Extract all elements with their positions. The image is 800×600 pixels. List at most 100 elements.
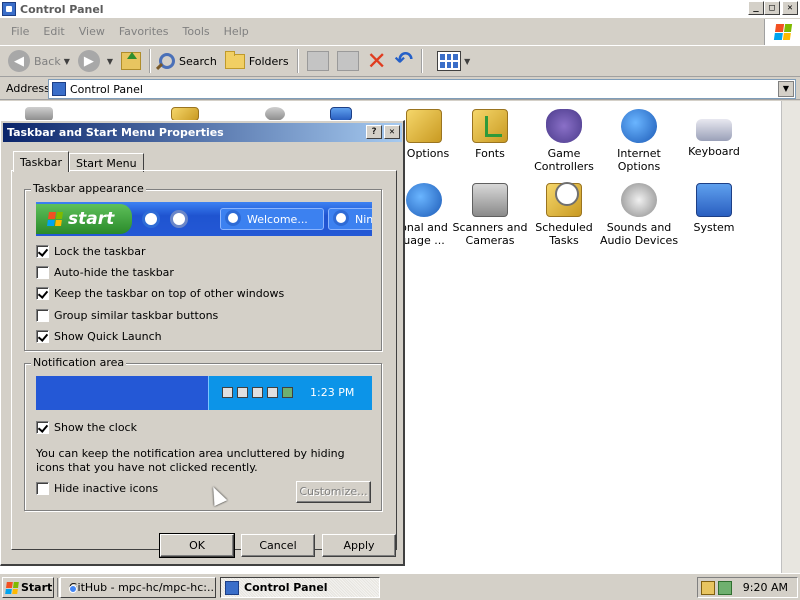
folders-label: Folders (248, 54, 289, 68)
applet-label: Scanners and Cameras (452, 221, 528, 247)
system-clock[interactable]: 9:20 AM (743, 581, 788, 594)
task-preview-label: Nin (355, 212, 372, 226)
lock-taskbar-checkbox[interactable] (36, 245, 49, 258)
lock-taskbar-option[interactable]: Lock the taskbar (36, 245, 146, 258)
group-heading: Taskbar appearance (31, 182, 146, 195)
applet-system[interactable]: System (674, 183, 754, 234)
taskbar-button-control-panel[interactable]: Control Panel (220, 577, 380, 598)
views-dropdown-icon: ▼ (464, 56, 471, 66)
hidden-folder-icon (171, 107, 199, 121)
task-preview-nin: Nin (328, 208, 372, 230)
group-buttons-option[interactable]: Group similar taskbar buttons (36, 309, 218, 322)
applet-scanners-cameras[interactable]: Scanners and Cameras (450, 183, 530, 247)
forward-icon: ▶ (77, 50, 100, 72)
menu-view[interactable]: View (72, 25, 112, 38)
option-label: Auto-hide the taskbar (54, 266, 174, 279)
auto-hide-option[interactable]: Auto-hide the taskbar (36, 266, 174, 279)
windows-taskbar: Start GitHub - mpc-hc/mpc-hc:... Control… (0, 573, 800, 600)
menu-favorites[interactable]: Favorites (112, 25, 176, 38)
option-label: Hide inactive icons (54, 482, 159, 495)
minimize-button[interactable]: _ (748, 1, 764, 15)
menu-help[interactable]: Help (217, 25, 256, 38)
windows-flag-icon (773, 24, 792, 40)
hide-inactive-option[interactable]: Hide inactive icons (36, 482, 158, 495)
speaker-icon (621, 183, 657, 217)
ok-button[interactable]: OK (159, 533, 235, 558)
show-clock-checkbox[interactable] (36, 421, 49, 434)
forward-dropdown-icon[interactable]: ▼ (107, 57, 113, 66)
help-button[interactable]: ? (366, 125, 382, 139)
applet-label: Game Controllers (534, 147, 594, 173)
applet-sounds-audio[interactable]: Sounds and Audio Devices (599, 183, 679, 247)
forward-button[interactable]: ▶ ▼ (74, 48, 117, 74)
control-panel-icon (225, 580, 239, 595)
task-preview-welcome: Welcome... (220, 208, 324, 230)
applet-label: Internet Options (617, 147, 661, 173)
window-titlebar[interactable]: Control Panel _ □ ✕ (0, 0, 800, 18)
quick-launch-checkbox[interactable] (36, 330, 49, 343)
back-dropdown-icon[interactable]: ▼ (64, 57, 70, 66)
keep-on-top-checkbox[interactable] (36, 287, 49, 300)
group-buttons-checkbox[interactable] (36, 309, 49, 322)
start-label: Start (21, 581, 53, 594)
dialog-close-button[interactable]: ✕ (384, 125, 400, 139)
control-panel-icon (52, 82, 66, 96)
applet-fonts[interactable]: Fonts (450, 109, 530, 160)
up-folder-icon (121, 52, 142, 70)
search-icon (159, 53, 176, 69)
scheduled-tasks-icon (546, 182, 582, 217)
undo-icon[interactable]: ↶ (395, 50, 413, 72)
regional-globe-icon (406, 183, 442, 217)
close-button[interactable]: ✕ (782, 1, 798, 15)
windows-flag-icon (5, 581, 19, 594)
maximize-button[interactable]: □ (764, 1, 780, 15)
tray-volume-icon (267, 387, 278, 398)
apply-button[interactable]: Apply (322, 534, 396, 557)
back-label: Back (34, 54, 61, 68)
tray-network-icon[interactable] (718, 580, 732, 595)
hidden-applet-icon (25, 107, 53, 121)
menu-tools[interactable]: Tools (176, 25, 217, 38)
tray-display-icon (237, 387, 248, 398)
hide-inactive-checkbox[interactable] (36, 482, 49, 495)
tab-taskbar[interactable]: Taskbar (13, 151, 69, 172)
dialog-titlebar[interactable]: Taskbar and Start Menu Properties ? ✕ (3, 123, 402, 142)
auto-hide-checkbox[interactable] (36, 266, 49, 279)
task-preview-label: Welcome... (247, 212, 308, 226)
applet-game-controllers[interactable]: Game Controllers (524, 109, 604, 173)
copy-to-icon[interactable] (336, 51, 359, 71)
address-dropdown-icon[interactable]: ▼ (778, 81, 794, 97)
tray-network-icon (222, 387, 233, 398)
back-button[interactable]: ◀ Back ▼ (4, 48, 74, 74)
dialog-title: Taskbar and Start Menu Properties (7, 126, 224, 139)
up-button[interactable] (117, 48, 145, 74)
quick-launch-option[interactable]: Show Quick Launch (36, 330, 162, 343)
applet-label: System (693, 221, 735, 234)
delete-icon[interactable]: ✕ (367, 49, 387, 73)
move-to-icon[interactable] (306, 51, 329, 71)
menu-edit[interactable]: Edit (36, 25, 71, 38)
views-button[interactable]: ▼ (427, 48, 474, 74)
address-field[interactable]: Control Panel ▼ (48, 79, 796, 99)
folders-button[interactable]: Folders (221, 48, 293, 74)
menu-file[interactable]: File (4, 25, 36, 38)
windows-flag-icon (47, 212, 63, 226)
vertical-scrollbar[interactable] (781, 101, 800, 573)
keep-on-top-option[interactable]: Keep the taskbar on top of other windows (36, 287, 284, 300)
customize-button[interactable]: Customize... (296, 481, 371, 503)
applet-internet-options[interactable]: Internet Options (599, 109, 679, 173)
ie-quicklaunch-icon (142, 210, 160, 228)
dialog-tabs: Taskbar Start Menu (13, 151, 144, 172)
applet-scheduled-tasks[interactable]: Scheduled Tasks (524, 182, 604, 247)
internet-globe-icon (621, 109, 657, 143)
search-button[interactable]: Search (155, 48, 221, 74)
taskbar-button-github[interactable]: GitHub - mpc-hc/mpc-hc:... (60, 577, 216, 598)
standard-toolbar: ◀ Back ▼ ▶ ▼ Search Folders ✕ ↶ ▼ (0, 45, 800, 77)
notification-preview: 1:23 PM (36, 376, 372, 410)
show-clock-option[interactable]: Show the clock (36, 421, 137, 434)
cancel-button[interactable]: Cancel (241, 534, 315, 557)
menu-bar: File Edit View Favorites Tools Help (0, 20, 760, 42)
applet-keyboard[interactable]: Keyboard (674, 109, 754, 158)
tray-app-icon[interactable] (701, 580, 715, 595)
start-button[interactable]: Start (2, 577, 54, 598)
